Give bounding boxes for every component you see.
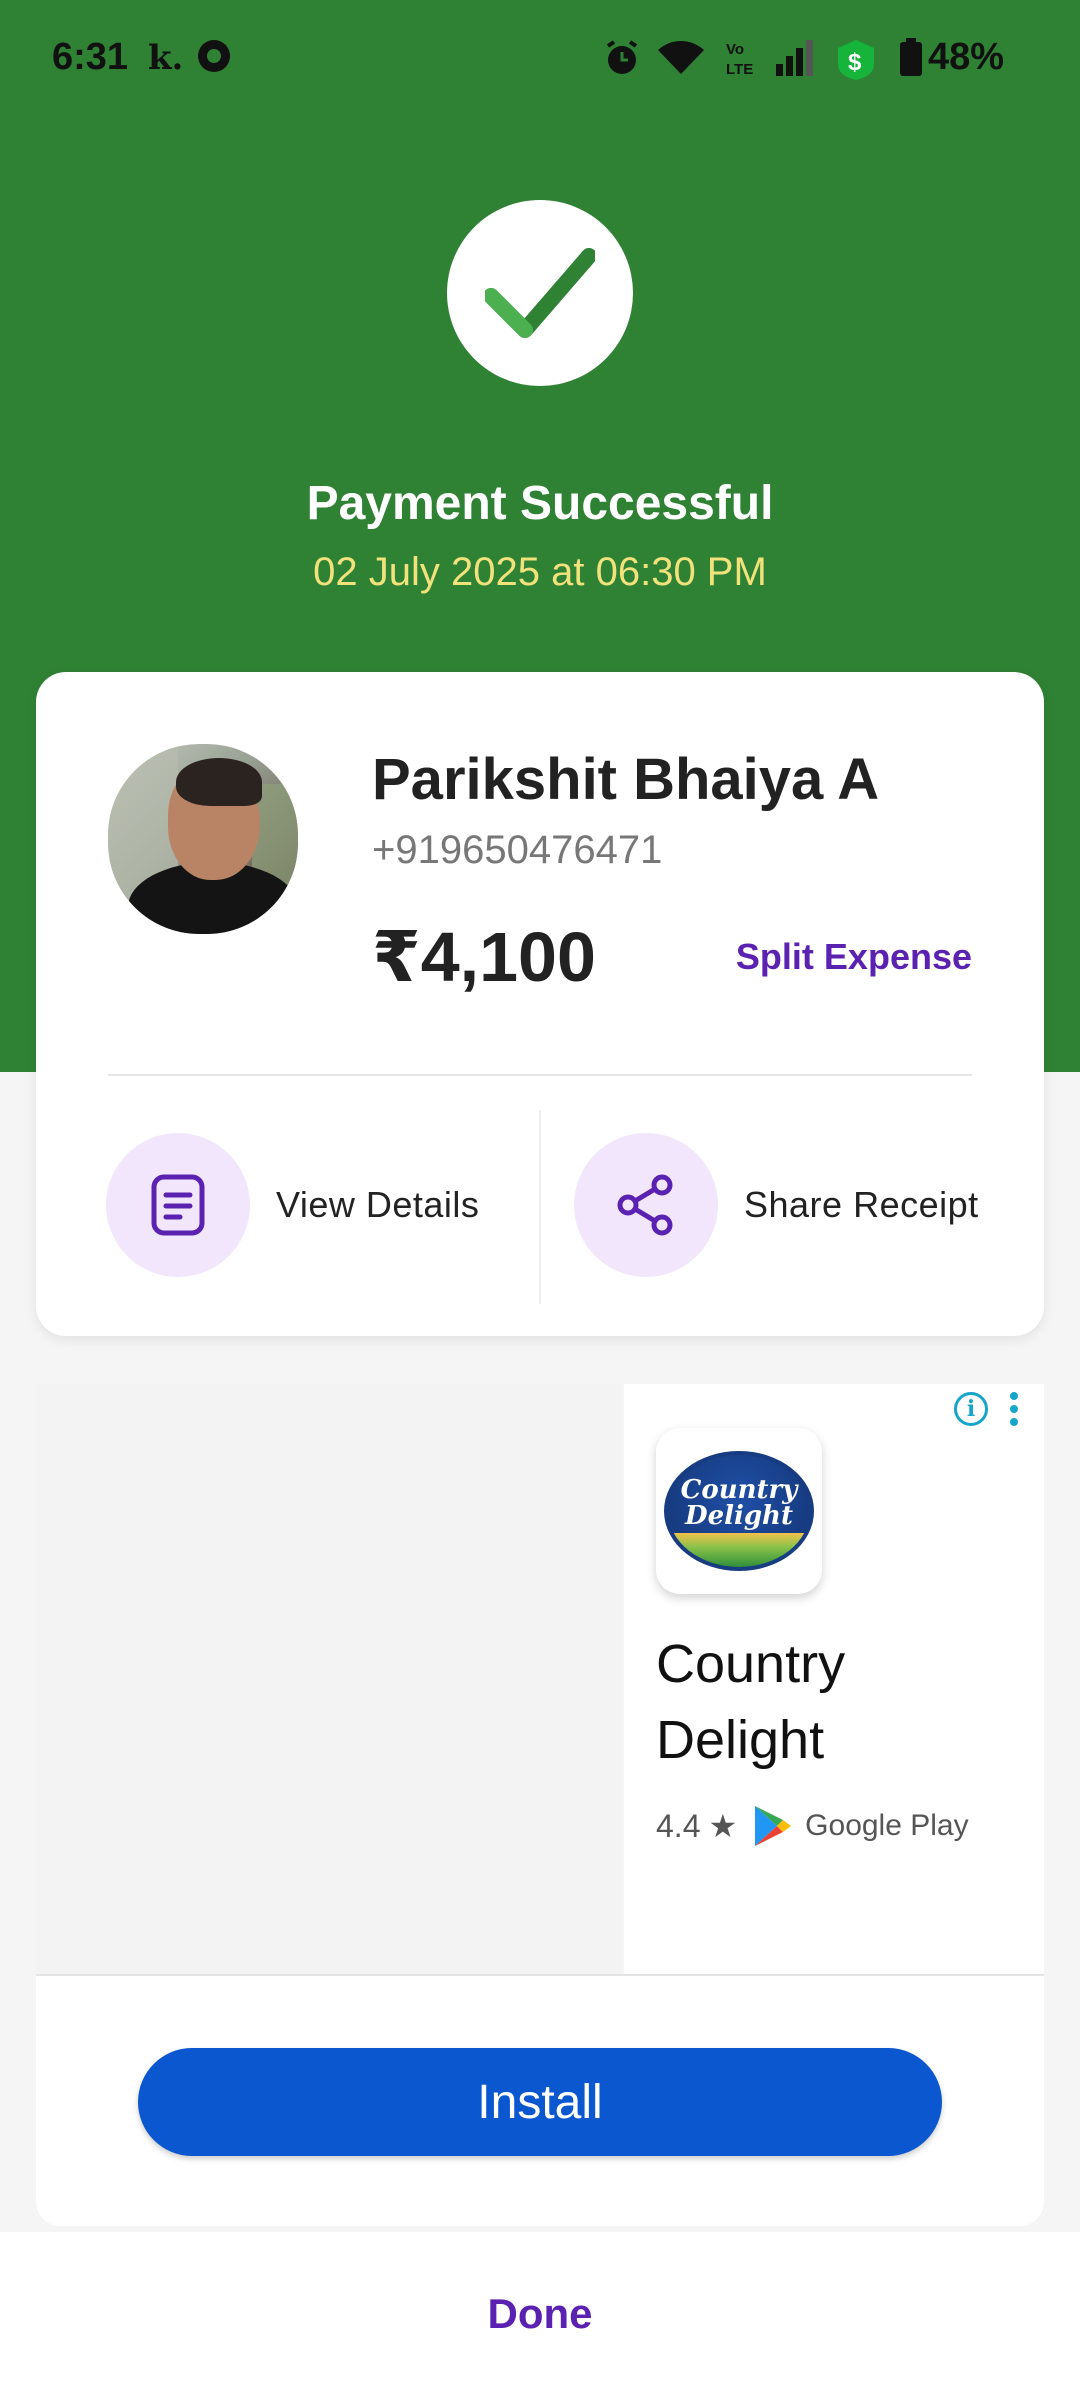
payment-status-title: Payment Successful	[306, 477, 774, 530]
view-details-button[interactable]: View Details	[106, 1132, 479, 1278]
bottom-bar: Done	[0, 2232, 1080, 2400]
receipt-document-icon	[106, 1133, 250, 1277]
payee-phone: +919650476471	[372, 828, 663, 872]
ad-app-name[interactable]: Country Delight	[656, 1626, 1026, 1778]
alarm-icon	[602, 38, 642, 83]
status-time: 6:31	[52, 36, 129, 78]
ad-rating: 4.4 ★ Google Play	[656, 1804, 969, 1848]
share-receipt-button[interactable]: Share Receipt	[574, 1132, 979, 1278]
svg-text:$: $	[848, 49, 862, 76]
rating-value: 4.4	[656, 1807, 701, 1844]
svg-text:Vo: Vo	[726, 41, 744, 58]
ad-footer: Install	[36, 1974, 1044, 2226]
dollar-icon: $	[834, 38, 878, 87]
payment-amount: ₹4,100	[372, 918, 596, 996]
status-bar: 6:31 k. Vo LTE $ 48%	[0, 0, 1080, 124]
success-check-icon	[447, 200, 633, 386]
google-play-icon	[755, 1806, 792, 1846]
volte-icon: Vo LTE	[724, 38, 758, 83]
wifi-icon	[656, 38, 706, 83]
actions-divider	[539, 1110, 541, 1304]
install-button[interactable]: Install	[138, 2048, 942, 2156]
svg-text:LTE: LTE	[726, 61, 753, 78]
payee-avatar	[108, 744, 298, 934]
ad-more-options-icon[interactable]	[1010, 1392, 1020, 1431]
star-icon: ★	[708, 1808, 738, 1844]
carrier-glyph: k.	[148, 38, 184, 78]
battery-percent: 48%	[928, 36, 1005, 78]
ad-info-icon[interactable]: i	[954, 1392, 988, 1426]
payment-datetime: 02 July 2025 at 06:30 PM	[313, 550, 767, 594]
notification-icon	[196, 38, 232, 79]
card-divider	[108, 1074, 972, 1076]
split-expense-button[interactable]: Split Expense	[736, 936, 972, 978]
view-details-label: View Details	[276, 1184, 480, 1225]
share-icon	[574, 1133, 718, 1277]
payee-name: Parikshit Bhaiya A	[372, 747, 880, 812]
payee-card: Parikshit Bhaiya A +919650476471 ₹4,100 …	[36, 672, 1044, 1336]
country-delight-logo: Country Delight	[664, 1451, 814, 1571]
battery-icon	[898, 38, 924, 83]
share-receipt-label: Share Receipt	[744, 1184, 979, 1225]
ad-panel[interactable]: i Country Delight Country Delight 4.4 ★ …	[624, 1384, 1044, 1974]
app-icon[interactable]: Country Delight	[656, 1428, 822, 1594]
store-name: Google Play	[805, 1809, 969, 1842]
signal-icon	[774, 38, 818, 83]
ad-media-placeholder	[36, 1384, 622, 1974]
app-logo-text: Country Delight	[680, 1475, 798, 1531]
google-play-badge: Google Play	[753, 1804, 969, 1848]
done-button[interactable]: Done	[0, 2290, 1080, 2338]
